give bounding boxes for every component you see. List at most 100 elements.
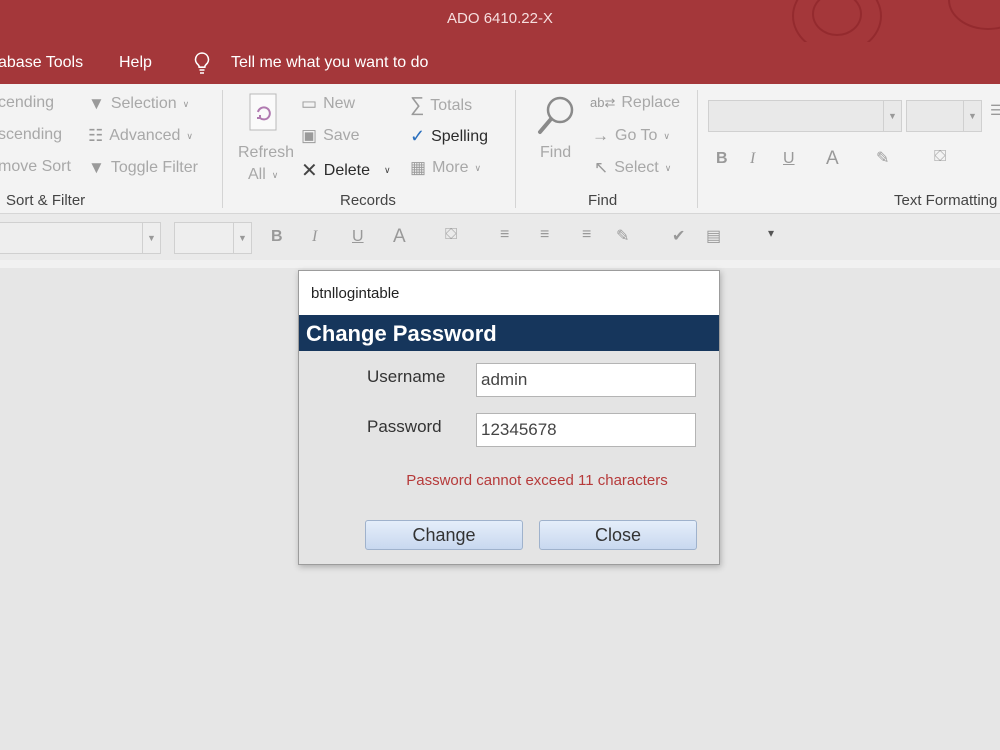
sort-descending-label: scending <box>0 126 63 143</box>
chevron-down-icon[interactable]: ∨ <box>384 165 391 176</box>
password-field[interactable] <box>476 413 696 447</box>
change-button[interactable]: Change <box>365 520 523 550</box>
bold-button[interactable]: B <box>716 150 728 168</box>
chevron-down-icon: ∨ <box>182 98 190 109</box>
fill-bucket-icon[interactable]: ⛋ <box>445 226 457 244</box>
underline-button[interactable]: U <box>352 228 364 246</box>
username-field[interactable] <box>476 363 696 397</box>
bold-button[interactable]: B <box>271 228 283 246</box>
filter-selection-icon: ▼ <box>88 94 105 113</box>
ribbon: cending scending move Sort ▼ Selection ∨ ☷… <box>0 84 1000 214</box>
lightbulb-icon <box>193 51 211 80</box>
dialog-heading: Change Password <box>306 321 497 346</box>
totals-button[interactable]: ∑ Totals <box>410 94 472 117</box>
menu-bar: abase Tools Help Tell me what you want t… <box>0 42 1000 84</box>
chevron-down-icon: ∨ <box>474 162 482 173</box>
username-label: Username <box>367 367 446 386</box>
new-label: New <box>323 95 356 112</box>
new-record-icon: ▭ <box>301 94 318 113</box>
group-divider <box>697 90 698 208</box>
dialog-title: btnllogintable <box>311 285 400 302</box>
totals-label: Totals <box>430 96 473 114</box>
remove-sort-label: move Sort <box>0 158 71 175</box>
find-button[interactable]: Find <box>540 144 571 162</box>
tell-me-search[interactable]: Tell me what you want to do <box>231 54 428 72</box>
save-record-button[interactable]: ▣ Save <box>301 126 360 146</box>
sort-ascending-label: cending <box>0 94 55 111</box>
tab-database-tools[interactable]: abase Tools <box>0 54 83 72</box>
group-divider <box>515 90 516 208</box>
font-name-combo[interactable]: ▼ <box>708 100 902 132</box>
font-color-button[interactable]: A <box>393 226 406 248</box>
save-icon: ▣ <box>301 126 318 145</box>
advanced-button[interactable]: ☷ Advanced ∨ <box>88 126 193 146</box>
special-effect-icon[interactable]: ✔ <box>672 226 685 246</box>
highlight-icon[interactable]: ✎ <box>876 148 889 168</box>
chevron-down-icon: ▼ <box>963 101 981 131</box>
chevron-down-icon: ∨ <box>271 169 279 180</box>
italic-button[interactable]: I <box>312 228 317 246</box>
align-left-icon[interactable]: ≡ <box>500 226 509 244</box>
font-size-combo[interactable]: ▼ <box>906 100 982 132</box>
arrow-right-icon: → <box>592 126 609 145</box>
fill-bucket-icon[interactable]: ⛋ <box>934 148 946 166</box>
group-divider <box>222 90 223 208</box>
gridlines-icon[interactable]: ▤ <box>706 226 721 246</box>
align-center-icon[interactable]: ≡ <box>540 226 549 244</box>
align-right-icon[interactable]: ≡ <box>582 226 591 244</box>
cursor-icon: ↖ <box>594 158 609 177</box>
font-color-button[interactable]: A <box>826 148 839 170</box>
chevron-down-icon: ▼ <box>883 101 901 131</box>
remove-sort-button[interactable]: move Sort <box>0 158 71 176</box>
refresh-all-button[interactable]: Refresh <box>238 144 294 162</box>
sort-filter-group-label: Sort & Filter <box>6 192 86 209</box>
object-combo[interactable]: ▼ <box>0 222 161 254</box>
find-label: Find <box>540 144 572 161</box>
italic-button[interactable]: I <box>750 150 755 168</box>
tab-help[interactable]: Help <box>119 54 152 72</box>
dialog-title-bar: btnllogintable <box>299 271 719 315</box>
sigma-icon: ∑ <box>410 94 425 116</box>
refresh-icon <box>246 92 284 138</box>
spelling-button[interactable]: ✓ Spelling <box>410 126 488 147</box>
delete-record-button[interactable]: ✕ Delete ∨ <box>301 158 391 183</box>
spelling-label: Spelling <box>431 127 489 145</box>
select-label: Select <box>614 159 659 176</box>
password-label: Password <box>367 417 442 436</box>
select-button[interactable]: ↖ Select ∨ <box>594 158 671 178</box>
text-formatting-group-label: Text Formatting <box>894 192 998 209</box>
selection-button[interactable]: ▼ Selection ∨ <box>88 94 189 114</box>
close-button[interactable]: Close <box>539 520 697 550</box>
selection-label: Selection <box>110 95 177 112</box>
dialog-header: Change Password <box>299 315 719 351</box>
delete-x-icon: ✕ <box>301 160 318 182</box>
sort-descending-button[interactable]: scending <box>0 126 62 144</box>
refresh-all-sub: All ∨ <box>248 166 278 184</box>
chevron-down-icon: ∨ <box>663 130 670 141</box>
save-label: Save <box>323 127 360 144</box>
funnel-icon: ▼ <box>88 158 105 177</box>
go-to-label: Go To <box>615 127 658 144</box>
sort-ascending-button[interactable]: cending <box>0 94 54 112</box>
delete-label: Delete <box>323 161 371 179</box>
format-toolbar: ▼ ▼ B I U A ⛋ ≡ ≡ ≡ ✎ ✔ ▤ ▾ <box>0 214 1000 260</box>
change-password-dialog: btnllogintable Change Password Username … <box>298 270 720 565</box>
size-combo[interactable]: ▼ <box>174 222 252 254</box>
border-color-icon[interactable]: ✎ <box>616 226 629 246</box>
new-record-button[interactable]: ▭ New <box>301 94 355 114</box>
replace-button[interactable]: ab⇄ Replace <box>590 94 680 112</box>
chevron-down-icon: ▼ <box>142 223 160 253</box>
records-group-label: Records <box>340 192 396 209</box>
document-tab-strip <box>0 260 1000 268</box>
more-button[interactable]: ▦ More ∨ <box>410 158 481 178</box>
refresh-label: Refresh <box>238 144 295 161</box>
go-to-button[interactable]: → Go To ∨ <box>592 126 670 146</box>
toggle-filter-button[interactable]: ▼ Toggle Filter <box>88 158 198 178</box>
advanced-label: Advanced <box>109 127 181 144</box>
customize-toolbar-icon[interactable]: ▾ <box>768 226 774 240</box>
replace-icon: ab⇄ <box>590 95 616 110</box>
refresh-all-label: All <box>248 166 266 183</box>
advanced-filter-icon: ☷ <box>88 126 104 145</box>
chevron-down-icon: ▼ <box>233 223 251 253</box>
underline-button[interactable]: U <box>783 150 795 168</box>
